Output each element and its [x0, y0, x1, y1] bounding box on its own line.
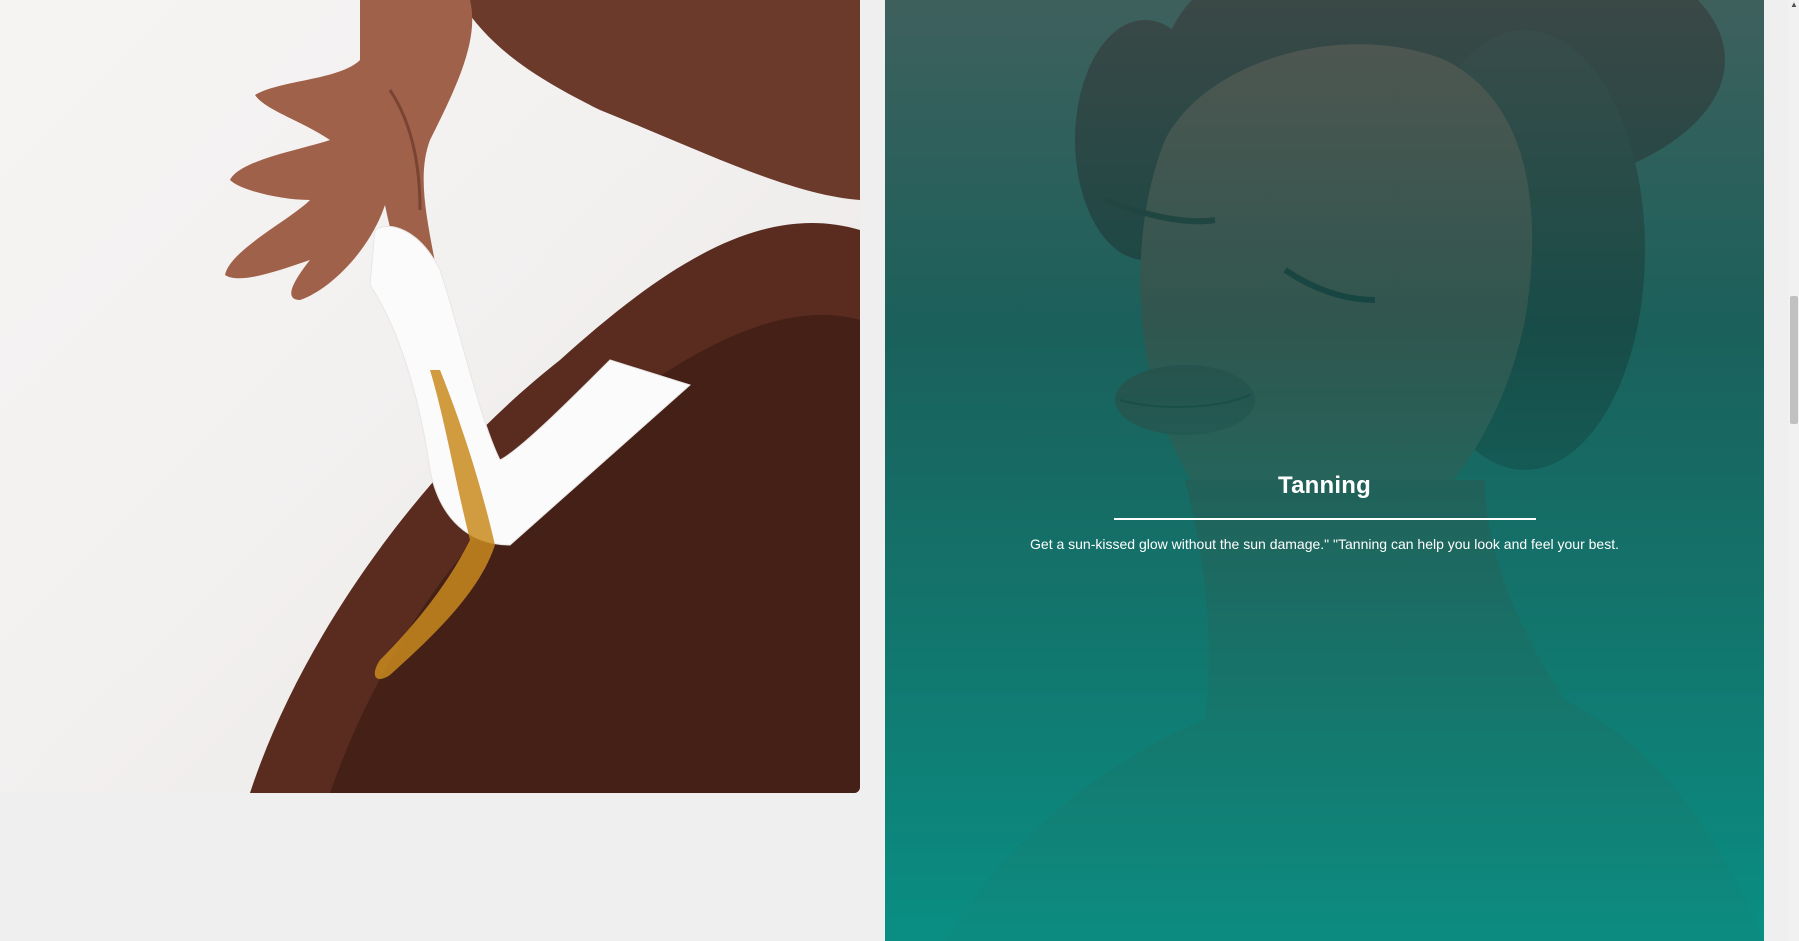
- vertical-scrollbar[interactable]: ▲: [1788, 0, 1799, 941]
- scrollbar-thumb[interactable]: [1790, 296, 1798, 424]
- up-arrow-icon[interactable]: ▲: [1789, 0, 1799, 10]
- service-title: Tanning: [1278, 472, 1371, 499]
- service-card-tanning[interactable]: Tanning Get a sun-kissed glow without th…: [885, 0, 1764, 941]
- service-card-content: Tanning Get a sun-kissed glow without th…: [885, 468, 1764, 554]
- title-divider: [1113, 518, 1536, 520]
- waxing-photo: [225, 0, 860, 793]
- service-card-waxing[interactable]: [0, 0, 860, 793]
- service-description: Get a sun-kissed glow without the sun da…: [1030, 536, 1619, 552]
- page: Tanning Get a sun-kissed glow without th…: [0, 0, 1799, 941]
